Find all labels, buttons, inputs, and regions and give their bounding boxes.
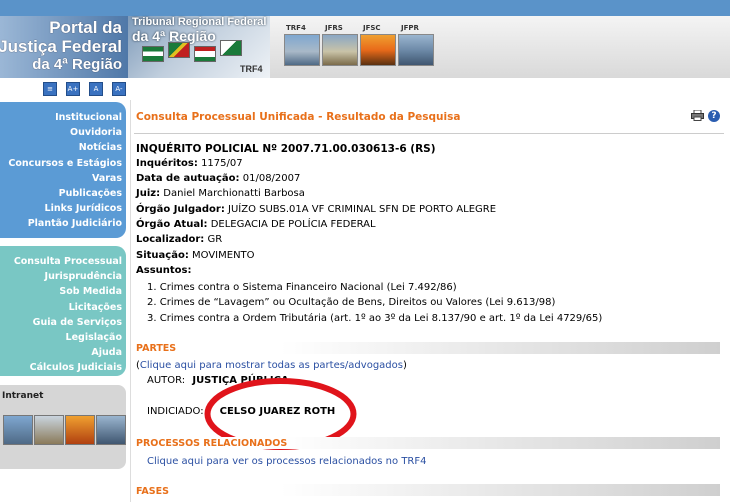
top-bar [0, 0, 730, 16]
related-processes-link[interactable]: Clique aqui para ver os processos relaci… [147, 456, 427, 467]
field-orgao-julgador: Órgão Julgador: JUÍZO SUBS.01A VF CRIMIN… [136, 204, 496, 215]
field-label: Órgão Julgador: [136, 204, 225, 215]
intranet-label: Intranet [2, 391, 44, 401]
nav-item-ajuda[interactable]: Ajuda [14, 345, 122, 360]
nav-item-sob-medida[interactable]: Sob Medida [14, 284, 122, 299]
print-icon[interactable] [691, 110, 704, 121]
sidebar-primary-nav: Institucional Ouvidoria Notícias Concurs… [0, 102, 126, 238]
site-thumbnail-jfsc[interactable] [360, 34, 396, 66]
flag-icon [194, 46, 216, 62]
site-label: JFPR [401, 24, 419, 32]
court-tag: TRF4 [240, 64, 263, 74]
intranet-thumbnail[interactable] [96, 415, 126, 445]
portal-logo-line: Justiça Federal [0, 37, 122, 56]
intranet-thumbnail[interactable] [34, 415, 64, 445]
field-label: Juiz: [136, 188, 161, 199]
site-thumbnail-trf4[interactable] [284, 34, 320, 66]
field-value: DELEGACIA DE POLÍCIA FEDERAL [210, 219, 376, 230]
section-title-processos-relacionados: PROCESSOS RELACIONADOS [136, 438, 288, 449]
nav-item-noticias[interactable]: Notícias [8, 140, 122, 155]
flag-icon [220, 40, 242, 56]
field-label: Órgão Atual: [136, 219, 208, 230]
nav-item-plantao[interactable]: Plantão Judiciário [8, 216, 122, 231]
font-increase-button[interactable]: A+ [66, 82, 80, 96]
field-orgao-atual: Órgão Atual: DELEGACIA DE POLÍCIA FEDERA… [136, 219, 376, 230]
show-all-parties: (Clique aqui para mostrar todas as parte… [136, 360, 407, 371]
font-normal-button[interactable]: A [89, 82, 103, 96]
nav-item-consulta-processual[interactable]: Consulta Processual [14, 254, 122, 269]
field-inqueritos: Inquéritos: 1175/07 [136, 158, 243, 169]
subject-item: 1. Crimes contra o Sistema Financeiro Na… [147, 282, 457, 293]
court-name-line: Tribunal Regional Federal [132, 16, 267, 28]
nav-item-calculos[interactable]: Cálculos Judiciais [14, 360, 122, 375]
portal-logo-line: Portal da [49, 18, 122, 37]
nav-item-licitacoes[interactable]: Licitações [14, 300, 122, 315]
paren: ) [402, 360, 407, 371]
flag-icon [168, 42, 190, 58]
nav-item-publicacoes[interactable]: Publicações [8, 186, 122, 201]
nav-item-jurisprudencia[interactable]: Jurisprudência [14, 269, 122, 284]
site-label: JFRS [325, 24, 343, 32]
nav-item-concursos[interactable]: Concursos e Estágios [8, 156, 122, 171]
field-value: Daniel Marchionatti Barbosa [163, 188, 305, 199]
field-data-autuacao: Data de autuação: 01/08/2007 [136, 173, 300, 184]
intranet-panel: Intranet [0, 385, 126, 469]
section-bar [134, 484, 720, 496]
field-label: Data de autuação: [136, 173, 240, 184]
nav-item-institucional[interactable]: Institucional [8, 110, 122, 125]
process-heading: INQUÉRITO POLICIAL Nº 2007.71.00.030613-… [136, 143, 436, 155]
section-title-partes: PARTES [136, 343, 177, 354]
intranet-thumbnail[interactable] [3, 415, 33, 445]
party-label: INDICIADO: [147, 406, 204, 417]
flag-icon [142, 46, 164, 62]
field-value: 01/08/2007 [242, 173, 301, 184]
sidebar-secondary-nav: Consulta Processual Jurisprudência Sob M… [0, 246, 126, 376]
nav-item-ouvidoria[interactable]: Ouvidoria [8, 125, 122, 140]
font-decrease-button[interactable]: A- [112, 82, 126, 96]
section-bar [134, 342, 720, 354]
field-juiz: Juiz: Daniel Marchionatti Barbosa [136, 188, 305, 199]
field-label: Situação: [136, 250, 189, 261]
nav-item-guia-servicos[interactable]: Guia de Serviços [14, 315, 122, 330]
subjects-label: Assuntos: [136, 265, 192, 276]
portal-logo[interactable]: Portal da Justiça Federal da 4ª Região [0, 16, 128, 78]
nav-item-links-juridicos[interactable]: Links Jurídicos [8, 201, 122, 216]
subject-item: 2. Crimes de “Lavagem” ou Ocultação de B… [147, 297, 556, 308]
field-situacao: Situação: MOVIMENTO [136, 250, 255, 261]
site-label: TRF4 [286, 24, 306, 32]
site-thumbnail-jfpr[interactable] [398, 34, 434, 66]
menu-toggle-button[interactable]: ≡ [43, 82, 57, 96]
help-icon[interactable]: ? [708, 110, 720, 122]
field-localizador: Localizador: GR [136, 234, 222, 245]
page-title: Consulta Processual Unificada - Resultad… [136, 111, 461, 123]
field-label: Inquéritos: [136, 158, 198, 169]
court-banner[interactable]: Tribunal Regional Federal da 4ª Região T… [128, 16, 270, 78]
site-thumbnail-jfrs[interactable] [322, 34, 358, 66]
field-value: 1175/07 [201, 158, 243, 169]
site-label: JFSC [363, 24, 381, 32]
show-all-parties-link[interactable]: Clique aqui para mostrar todas as partes… [140, 360, 403, 371]
portal-logo-line: da 4ª Região [32, 56, 122, 73]
field-value: JUÍZO SUBS.01A VF CRIMINAL SFN DE PORTO … [228, 204, 497, 215]
section-title-fases: FASES [136, 486, 169, 497]
field-label: Localizador: [136, 234, 205, 245]
divider [134, 133, 724, 134]
subject-item: 3. Crimes contra a Ordem Tributária (art… [147, 313, 603, 324]
field-value: MOVIMENTO [192, 250, 255, 261]
field-value: GR [207, 234, 223, 245]
nav-item-varas[interactable]: Varas [8, 171, 122, 186]
nav-item-legislacao[interactable]: Legislação [14, 330, 122, 345]
related-processes: Clique aqui para ver os processos relaci… [147, 456, 427, 467]
intranet-thumbnail[interactable] [65, 415, 95, 445]
party-label: AUTOR: [147, 375, 186, 386]
